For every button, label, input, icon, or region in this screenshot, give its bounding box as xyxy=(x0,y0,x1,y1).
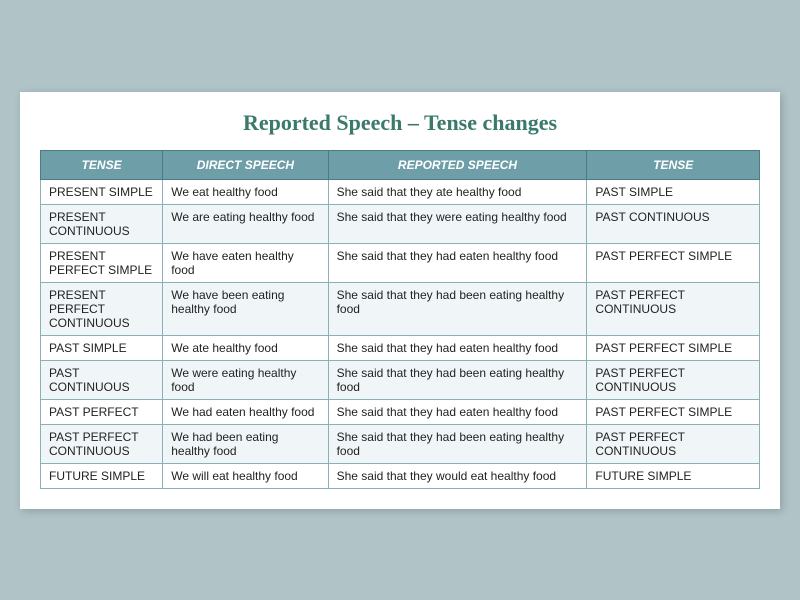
cell-reported: She said that they were eating healthy f… xyxy=(328,204,587,243)
cell-tense2: PAST PERFECT CONTINUOUS xyxy=(587,424,760,463)
cell-direct: We were eating healthy food xyxy=(163,360,328,399)
cell-reported: She said that they ate healthy food xyxy=(328,179,587,204)
cell-direct: We will eat healthy food xyxy=(163,463,328,488)
cell-direct: We have been eating healthy food xyxy=(163,282,328,335)
cell-tense2: PAST CONTINUOUS xyxy=(587,204,760,243)
table-row: PRESENT CONTINUOUSWe are eating healthy … xyxy=(41,204,760,243)
cell-tense2: PAST PERFECT SIMPLE xyxy=(587,243,760,282)
cell-reported: She said that they had eaten healthy foo… xyxy=(328,399,587,424)
cell-tense2: PAST PERFECT CONTINUOUS xyxy=(587,360,760,399)
cell-tense2: PAST PERFECT SIMPLE xyxy=(587,335,760,360)
header-tense: TENSE xyxy=(41,150,163,179)
table-row: PRESENT SIMPLEWe eat healthy foodShe sai… xyxy=(41,179,760,204)
cell-direct: We have eaten healthy food xyxy=(163,243,328,282)
cell-tense: PRESENT SIMPLE xyxy=(41,179,163,204)
cell-tense2: FUTURE SIMPLE xyxy=(587,463,760,488)
cell-reported: She said that they had been eating healt… xyxy=(328,360,587,399)
table-row: PAST PERFECTWe had eaten healthy foodShe… xyxy=(41,399,760,424)
cell-tense: PAST CONTINUOUS xyxy=(41,360,163,399)
table-row: PAST CONTINUOUSWe were eating healthy fo… xyxy=(41,360,760,399)
cell-reported: She said that they had eaten healthy foo… xyxy=(328,335,587,360)
tense-table: TENSE DIRECT SPEECH REPORTED SPEECH TENS… xyxy=(40,150,760,489)
main-card: Reported Speech – Tense changes TENSE DI… xyxy=(20,92,780,509)
cell-direct: We are eating healthy food xyxy=(163,204,328,243)
table-row: PRESENT PERFECT CONTINUOUSWe have been e… xyxy=(41,282,760,335)
cell-direct: We ate healthy food xyxy=(163,335,328,360)
table-row: PAST SIMPLEWe ate healthy foodShe said t… xyxy=(41,335,760,360)
cell-reported: She said that they had been eating healt… xyxy=(328,282,587,335)
cell-reported: She said that they would eat healthy foo… xyxy=(328,463,587,488)
header-tense2: TENSE xyxy=(587,150,760,179)
header-reported-speech: REPORTED SPEECH xyxy=(328,150,587,179)
table-row: FUTURE SIMPLEWe will eat healthy foodShe… xyxy=(41,463,760,488)
cell-tense2: PAST PERFECT SIMPLE xyxy=(587,399,760,424)
cell-tense: PAST SIMPLE xyxy=(41,335,163,360)
header-direct-speech: DIRECT SPEECH xyxy=(163,150,328,179)
cell-tense2: PAST PERFECT CONTINUOUS xyxy=(587,282,760,335)
cell-direct: We had been eating healthy food xyxy=(163,424,328,463)
cell-direct: We eat healthy food xyxy=(163,179,328,204)
cell-tense2: PAST SIMPLE xyxy=(587,179,760,204)
cell-tense: PAST PERFECT xyxy=(41,399,163,424)
cell-tense: PRESENT PERFECT SIMPLE xyxy=(41,243,163,282)
page-title: Reported Speech – Tense changes xyxy=(40,110,760,136)
cell-tense: PRESENT CONTINUOUS xyxy=(41,204,163,243)
table-row: PRESENT PERFECT SIMPLEWe have eaten heal… xyxy=(41,243,760,282)
cell-reported: She said that they had been eating healt… xyxy=(328,424,587,463)
table-row: PAST PERFECT CONTINUOUSWe had been eatin… xyxy=(41,424,760,463)
cell-direct: We had eaten healthy food xyxy=(163,399,328,424)
cell-tense: PRESENT PERFECT CONTINUOUS xyxy=(41,282,163,335)
cell-tense: PAST PERFECT CONTINUOUS xyxy=(41,424,163,463)
cell-reported: She said that they had eaten healthy foo… xyxy=(328,243,587,282)
cell-tense: FUTURE SIMPLE xyxy=(41,463,163,488)
